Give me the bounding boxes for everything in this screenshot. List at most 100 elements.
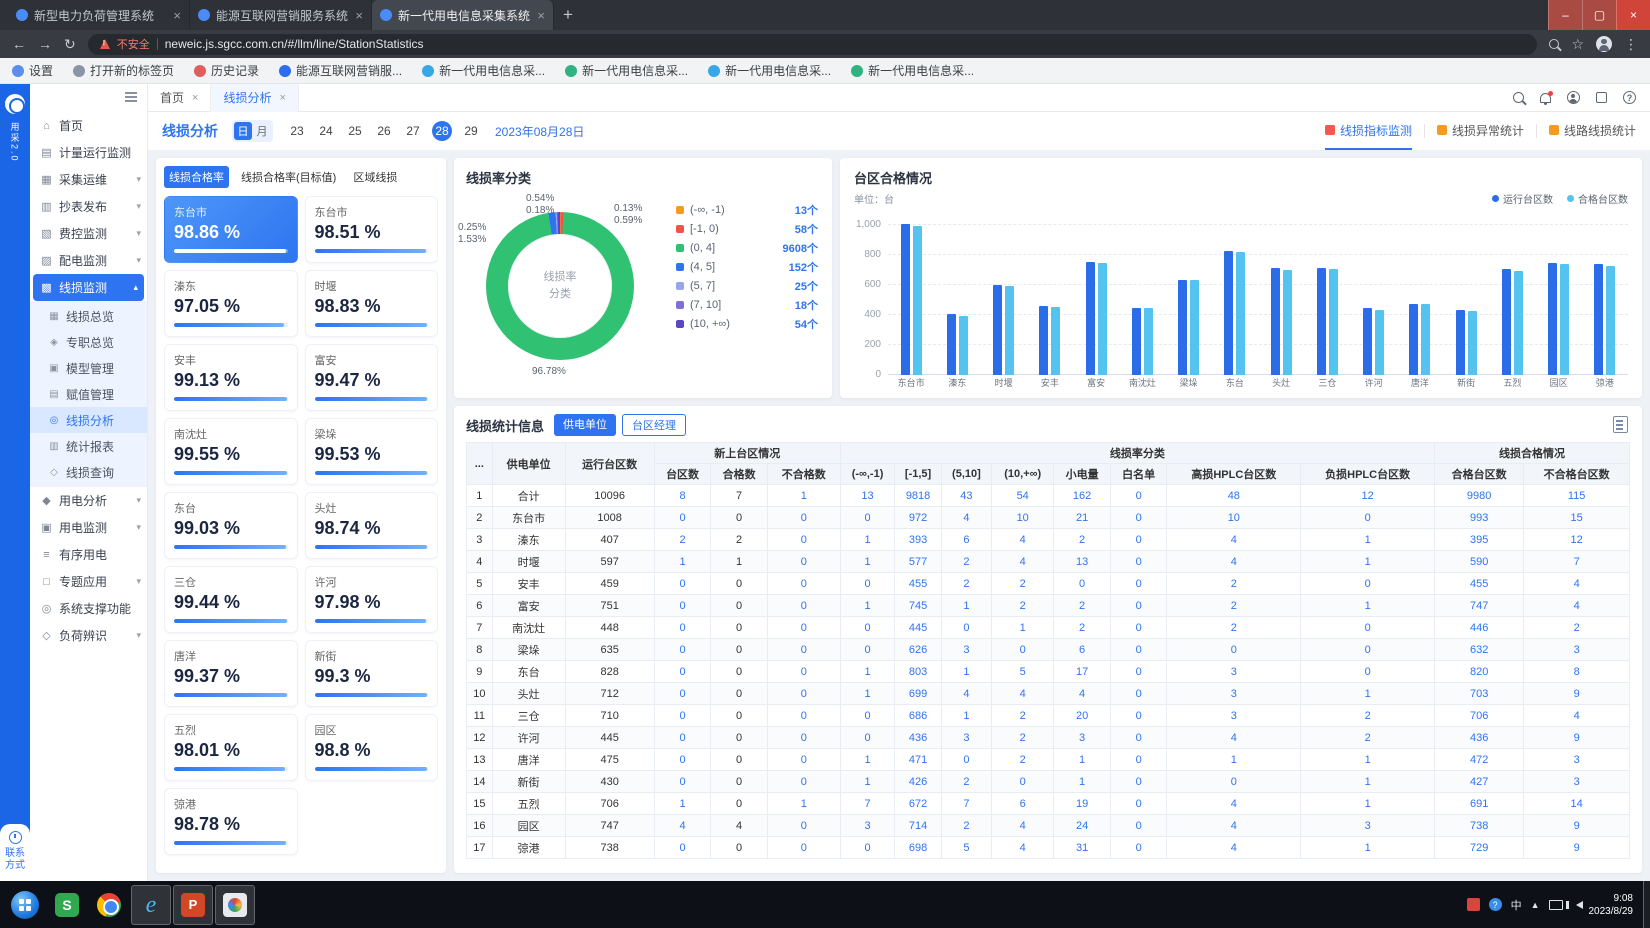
cell[interactable]: 632 xyxy=(1435,639,1524,661)
cell[interactable]: 0 xyxy=(654,705,711,727)
cell[interactable]: 729 xyxy=(1435,837,1524,859)
bar-group[interactable] xyxy=(1073,212,1119,375)
cell[interactable]: 0 xyxy=(1167,771,1301,793)
cell[interactable]: 0 xyxy=(654,639,711,661)
cell[interactable]: 13 xyxy=(840,485,895,507)
cell[interactable]: 9 xyxy=(1524,837,1630,859)
rate-card[interactable]: 五烈98.01 % xyxy=(164,714,298,781)
cell[interactable]: 1 xyxy=(1301,837,1435,859)
cell[interactable]: 4 xyxy=(992,683,1054,705)
bar-group[interactable] xyxy=(1212,212,1258,375)
legend-item[interactable]: (0, 4]9608个 xyxy=(676,238,818,257)
table-row[interactable]: 15五烈7061017672761904169114 xyxy=(467,793,1630,815)
table-row[interactable]: 1合计100968711398184354162048129980115 xyxy=(467,485,1630,507)
table-row[interactable]: 16园区747440371424240437389 xyxy=(467,815,1630,837)
column-header[interactable]: (5,10] xyxy=(941,464,991,485)
cell[interactable]: 3 xyxy=(1054,727,1111,749)
rate-card[interactable]: 新街99.3 % xyxy=(305,640,439,707)
cell[interactable]: 0 xyxy=(654,749,711,771)
paint-icon[interactable] xyxy=(215,885,255,925)
rate-card[interactable]: 梁垛99.53 % xyxy=(305,418,439,485)
cell[interactable]: 0 xyxy=(941,617,991,639)
cell[interactable]: 2 xyxy=(941,573,991,595)
sidebar-item-collect[interactable]: ▦采集运维▾ xyxy=(30,166,147,193)
sidebar-item-fee[interactable]: ▧费控监测▾ xyxy=(30,220,147,247)
legend-item[interactable]: [-1, 0)58个 xyxy=(676,219,818,238)
cell[interactable]: 6 xyxy=(992,793,1054,815)
cell[interactable]: 1 xyxy=(941,705,991,727)
cell[interactable]: 7 xyxy=(840,793,895,815)
column-header[interactable]: 不合格台区数 xyxy=(1524,464,1630,485)
rate-tab[interactable]: 线损合格率 xyxy=(164,166,229,188)
date-option[interactable]: 29 xyxy=(461,121,481,141)
date-option[interactable]: 26 xyxy=(374,121,394,141)
cell[interactable]: 8 xyxy=(654,485,711,507)
cell[interactable]: 0 xyxy=(767,661,840,683)
back-button[interactable]: ← xyxy=(12,37,26,51)
table-row[interactable]: 6富安75100017451220217474 xyxy=(467,595,1630,617)
cell[interactable]: 115 xyxy=(1524,485,1630,507)
cell[interactable]: 1 xyxy=(840,529,895,551)
sidebar-subitem[interactable]: ◎线损分析 xyxy=(30,407,147,433)
cell[interactable]: 10 xyxy=(1167,507,1301,529)
column-header[interactable]: 不合格数 xyxy=(767,464,840,485)
rate-card[interactable]: 园区98.8 % xyxy=(305,714,439,781)
cell[interactable]: 0 xyxy=(654,683,711,705)
cell[interactable]: 4 xyxy=(992,529,1054,551)
close-button[interactable]: × xyxy=(1616,0,1650,30)
rate-tab[interactable]: 区域线损 xyxy=(348,166,402,188)
sidebar-item-reading[interactable]: ▥抄表发布▾ xyxy=(30,193,147,220)
bar-group[interactable] xyxy=(934,212,980,375)
cell[interactable]: 3 xyxy=(1167,661,1301,683)
cell[interactable]: 2 xyxy=(1054,529,1111,551)
cell[interactable]: 0 xyxy=(1301,507,1435,529)
cell[interactable]: 2 xyxy=(992,705,1054,727)
cell[interactable]: 1 xyxy=(1301,793,1435,815)
cell[interactable]: 0 xyxy=(840,639,895,661)
cell[interactable]: 0 xyxy=(840,705,895,727)
table-row[interactable]: 17弶港738000069854310417299 xyxy=(467,837,1630,859)
cell[interactable]: 2 xyxy=(1301,727,1435,749)
cell[interactable]: 0 xyxy=(1301,617,1435,639)
cell[interactable]: 162 xyxy=(1054,485,1111,507)
ie-icon[interactable] xyxy=(131,885,171,925)
sidebar-item-monitor[interactable]: ▣用电监测▾ xyxy=(30,514,147,541)
cell[interactable]: 3 xyxy=(941,639,991,661)
date-option[interactable]: 23 xyxy=(287,121,307,141)
cell[interactable]: 0 xyxy=(767,749,840,771)
column-header[interactable]: 白名单 xyxy=(1110,464,1167,485)
tray-ime-icon[interactable] xyxy=(1511,897,1522,913)
cell[interactable]: 745 xyxy=(895,595,942,617)
url-field[interactable]: 不安全 neweic.js.sgcc.com.cn/#/llm/line/Sta… xyxy=(88,34,1538,55)
cell[interactable]: 0 xyxy=(1110,507,1167,529)
bookmark-item[interactable]: 新一代用电信息采... xyxy=(422,62,545,79)
bar-group[interactable] xyxy=(1304,212,1350,375)
cell[interactable]: 15 xyxy=(1524,507,1630,529)
cell[interactable]: 1 xyxy=(992,617,1054,639)
cell[interactable]: 738 xyxy=(1435,815,1524,837)
bar-group[interactable] xyxy=(1166,212,1212,375)
cell[interactable]: 0 xyxy=(941,749,991,771)
cell[interactable]: 9 xyxy=(1524,815,1630,837)
cell[interactable]: 1 xyxy=(1054,771,1111,793)
cell[interactable]: 48 xyxy=(1167,485,1301,507)
period-month-button[interactable]: 月 xyxy=(253,122,271,140)
cell[interactable]: 0 xyxy=(654,595,711,617)
cell[interactable]: 0 xyxy=(767,815,840,837)
cell[interactable]: 472 xyxy=(1435,749,1524,771)
tab-close-icon[interactable]: × xyxy=(279,92,285,104)
tray-help-icon[interactable] xyxy=(1489,898,1502,911)
maximize-button[interactable]: ▢ xyxy=(1582,0,1616,30)
cell[interactable]: 1 xyxy=(840,771,895,793)
avatar-icon[interactable] xyxy=(1567,91,1580,104)
tab-close-icon[interactable]: × xyxy=(192,92,198,104)
cell[interactable]: 2 xyxy=(941,551,991,573)
cell[interactable]: 427 xyxy=(1435,771,1524,793)
cell[interactable]: 4 xyxy=(1054,683,1111,705)
cell[interactable]: 2 xyxy=(1054,617,1111,639)
cell[interactable]: 0 xyxy=(1110,485,1167,507)
cell[interactable]: 6 xyxy=(941,529,991,551)
cell[interactable]: 803 xyxy=(895,661,942,683)
cell[interactable]: 3 xyxy=(1524,749,1630,771)
cell[interactable]: 4 xyxy=(654,815,711,837)
